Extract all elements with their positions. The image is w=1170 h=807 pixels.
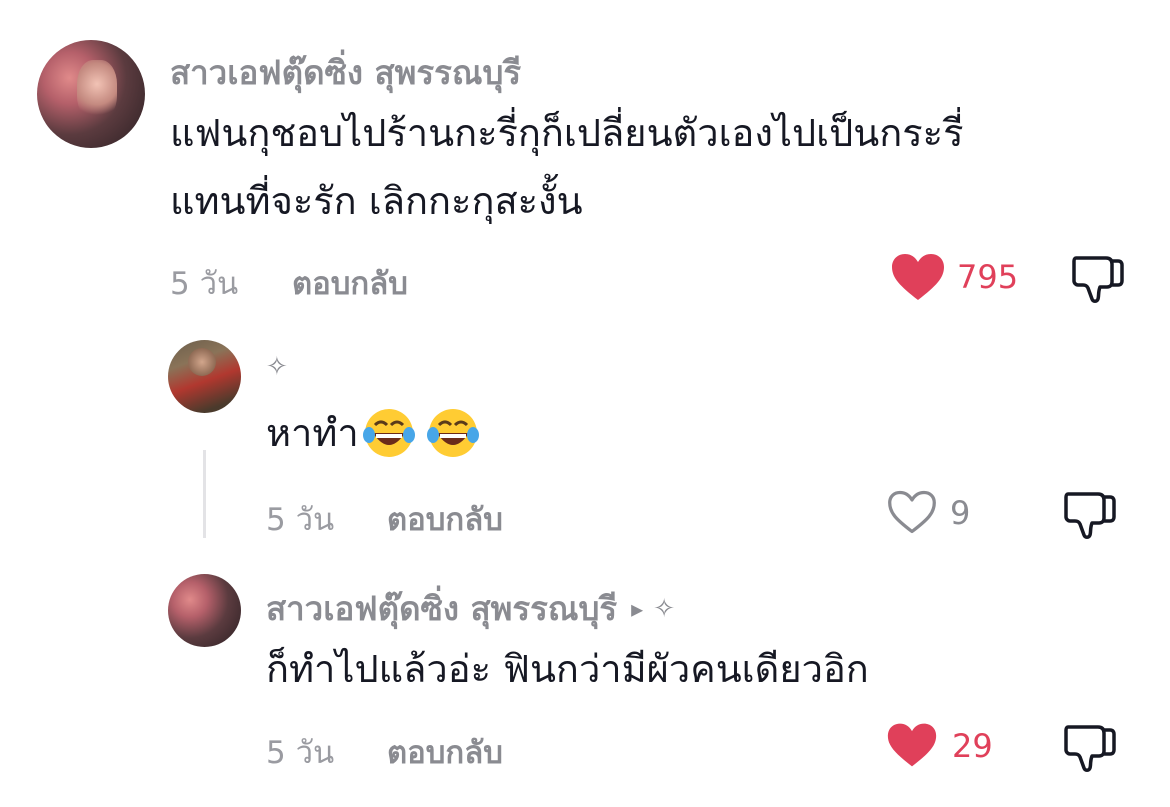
- reply-text-row: หาทำ: [266, 404, 481, 462]
- reply-avatar[interactable]: [168, 340, 241, 413]
- heart-filled-icon: [892, 254, 944, 300]
- reply-like-button[interactable]: [886, 721, 938, 769]
- reply-to-username[interactable]: ✧: [653, 594, 675, 624]
- dislike-icon: [1072, 256, 1124, 303]
- reply-arrow-icon: ▸: [631, 594, 644, 623]
- reply-like-count: 9: [950, 494, 971, 532]
- reply-dislike-button[interactable]: [1062, 488, 1118, 540]
- reply-username[interactable]: สาวเอฟตุ๊ดซิ่ง สุพรรณบุรี: [266, 582, 617, 635]
- reply-avatar[interactable]: [168, 574, 241, 647]
- reply-text: หาทำ: [266, 411, 359, 455]
- reply-dislike-button[interactable]: [1062, 721, 1118, 773]
- reply-header: สาวเอฟตุ๊ดซิ่ง สุพรรณบุรี ▸ ✧: [266, 582, 675, 635]
- avatar[interactable]: [37, 40, 145, 148]
- dislike-icon: [1064, 725, 1116, 772]
- reply-reply-button[interactable]: ตอบกลับ: [387, 494, 503, 544]
- laughing-emoji-icon: [362, 409, 415, 457]
- reply-time: 5 วัน: [266, 502, 335, 538]
- reply-button[interactable]: ตอบกลับ: [292, 258, 408, 308]
- reply-text: ก็ทำไปแล้วอ่ะ ฟินกว่ามีผัวคนเดียวอิก: [266, 647, 869, 691]
- dislike-icon: [1064, 492, 1116, 539]
- heart-outline-icon: [888, 490, 936, 534]
- comment-time: 5 วัน: [170, 266, 239, 302]
- comment-text-line1: แฟนกุชอบไปร้านกะรี่กุก็เปลี่ยนตัวเองไปเป…: [170, 111, 964, 155]
- heart-filled-icon: [887, 723, 937, 767]
- reply-time: 5 วัน: [266, 735, 335, 771]
- reply-like-button[interactable]: [886, 488, 938, 536]
- dislike-button[interactable]: [1070, 252, 1126, 304]
- reply-username[interactable]: ✧: [266, 352, 288, 382]
- reply-reply-button[interactable]: ตอบกลับ: [387, 727, 503, 777]
- reply-like-count: 29: [952, 727, 993, 765]
- comment-text-line2: แทนที่จะรัก เลิกกะกุสะงั้น: [170, 179, 583, 223]
- laughing-emoji-icon: [426, 409, 479, 457]
- like-count: 795: [957, 258, 1019, 296]
- thread-line: [203, 450, 206, 538]
- like-button[interactable]: [890, 252, 946, 302]
- comment-username[interactable]: สาวเอฟตุ๊ดซิ่ง สุพรรณบุรี: [170, 46, 521, 99]
